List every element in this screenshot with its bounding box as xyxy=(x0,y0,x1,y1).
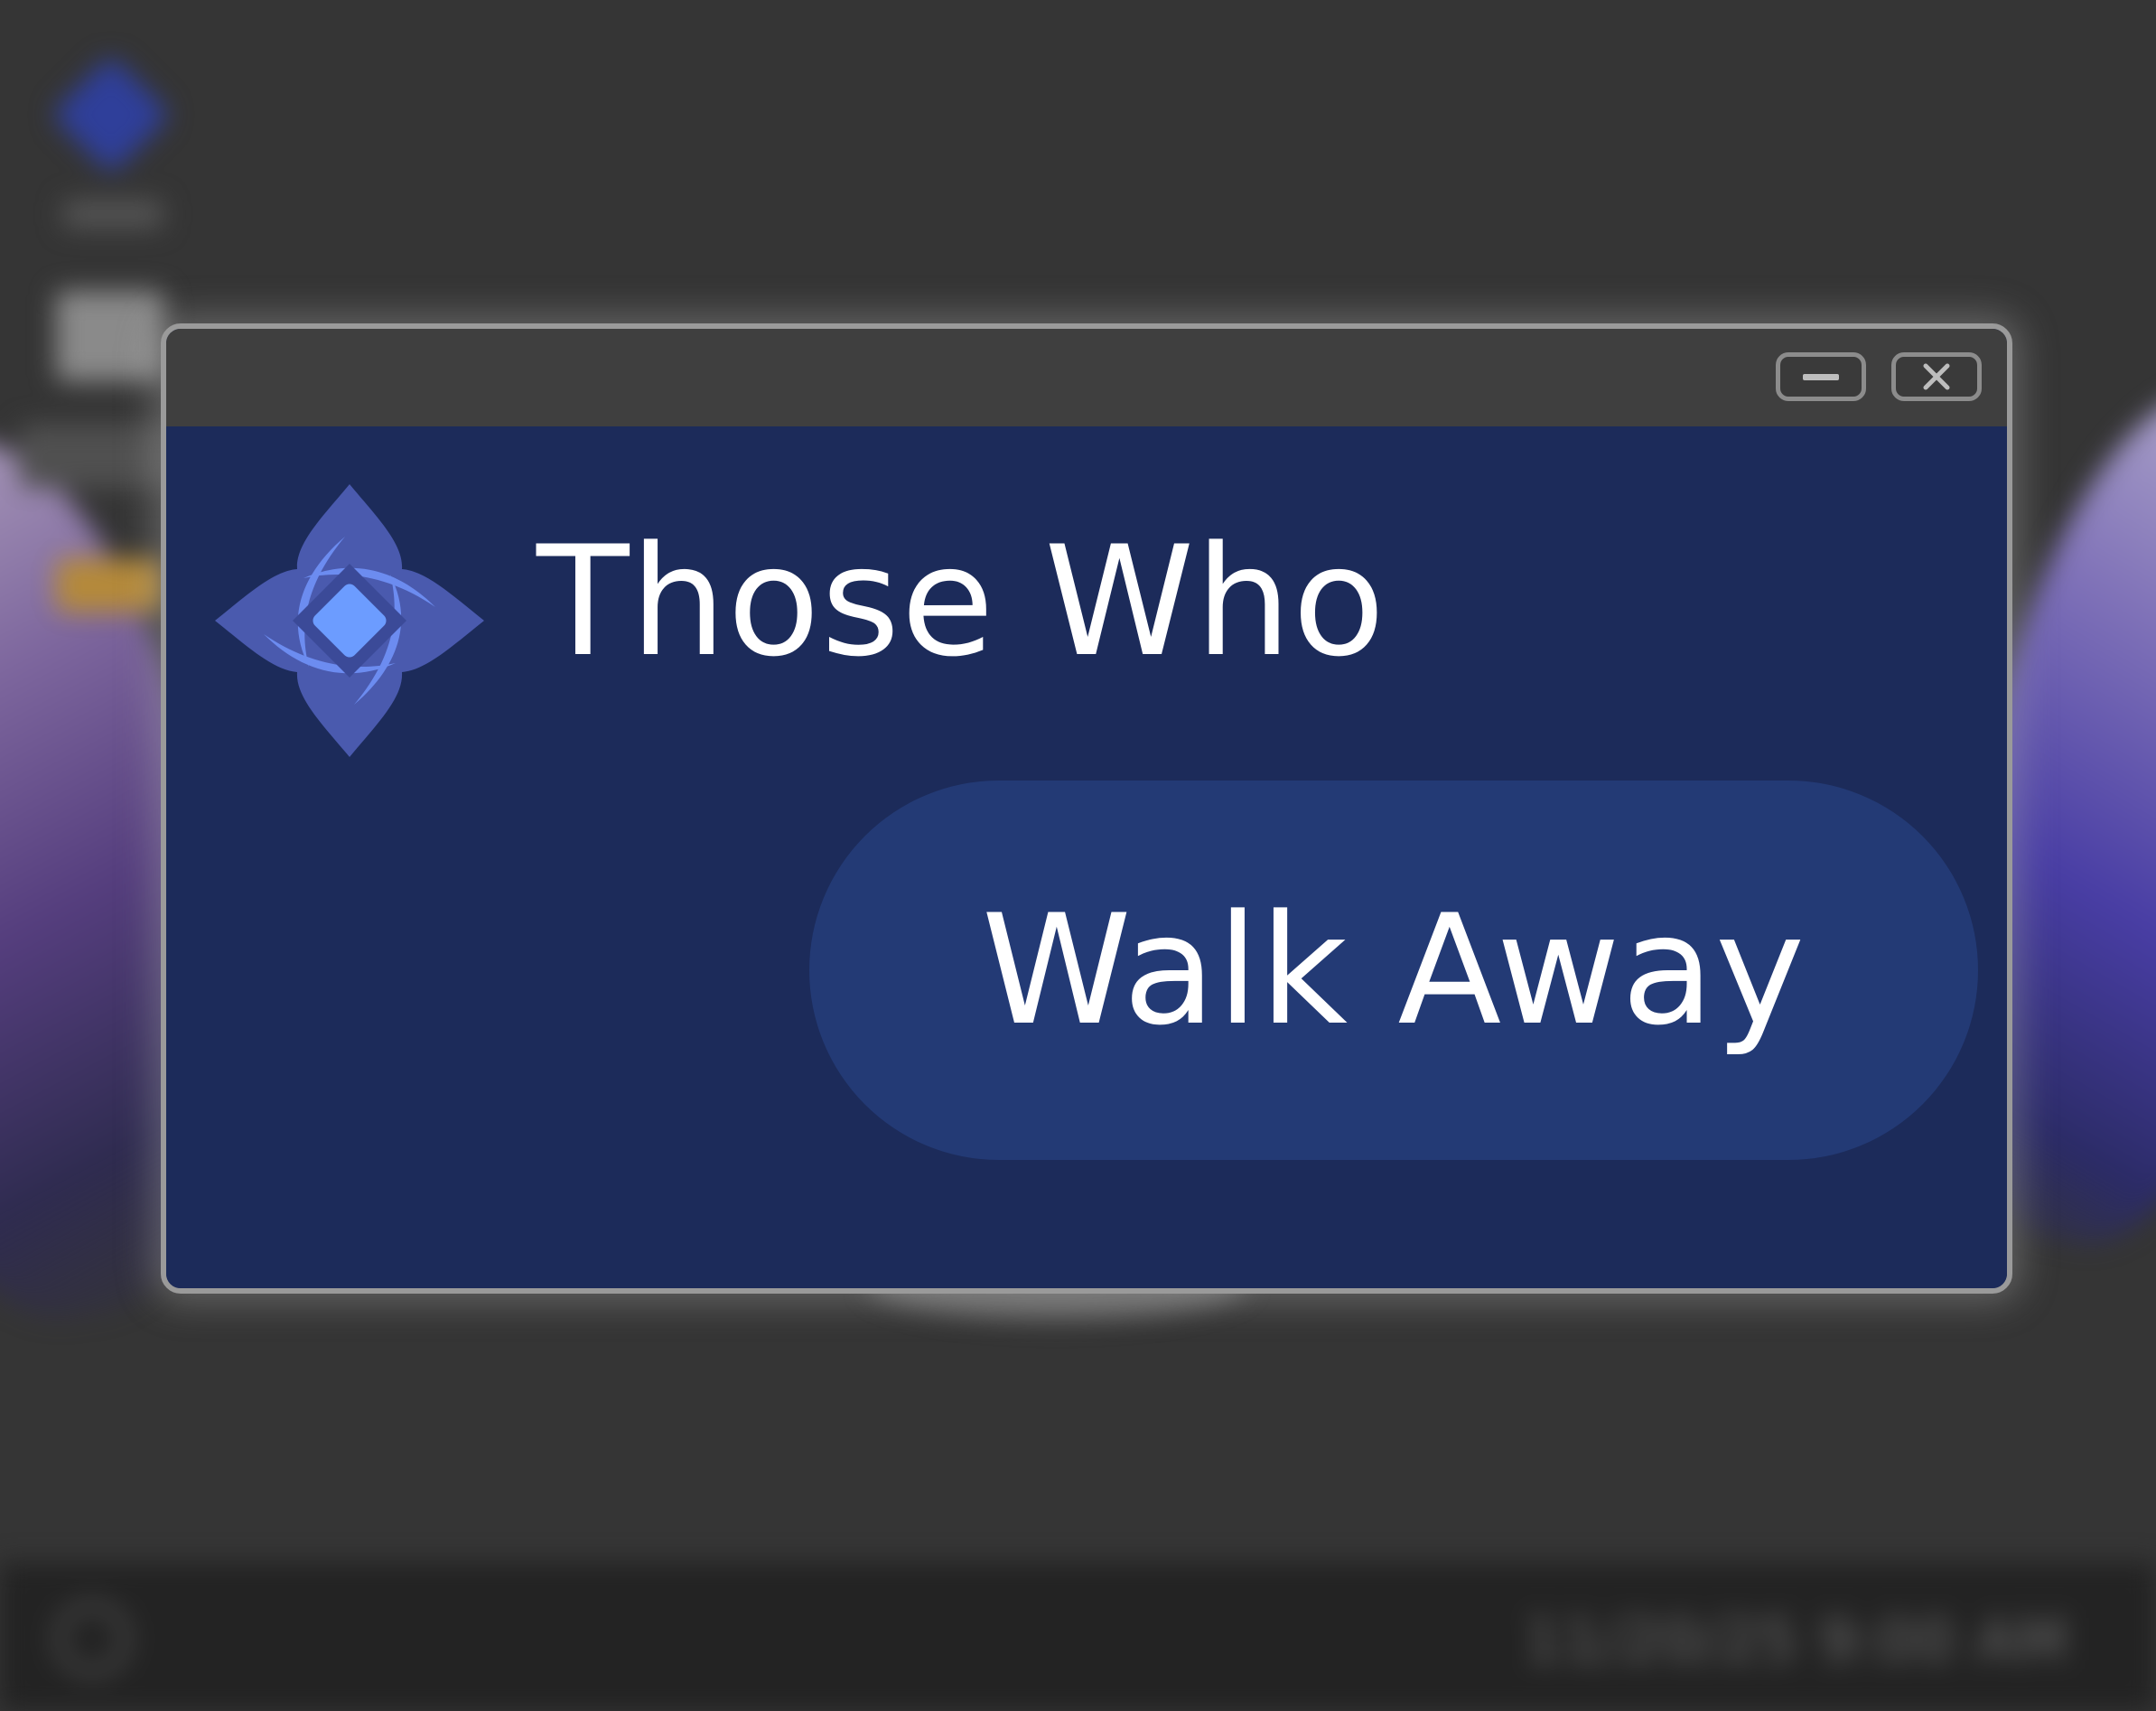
close-button[interactable] xyxy=(1891,352,1982,401)
desktop-app-icon xyxy=(51,54,172,175)
desktop-folder-icon xyxy=(56,291,164,381)
diamond-logo-icon xyxy=(215,484,484,757)
desktop: 11/20/25 9:00 AM Those Who Walk Away xyxy=(0,0,2156,1711)
dialog-heading: Those Who xyxy=(537,513,1386,690)
minimize-button[interactable] xyxy=(1776,352,1866,401)
desktop-file-icon xyxy=(56,558,164,612)
window-titlebar[interactable] xyxy=(166,329,2007,426)
walk-away-button[interactable]: Walk Away xyxy=(809,781,1978,1160)
dialog-window: Those Who Walk Away xyxy=(161,323,2012,1294)
close-x-icon xyxy=(1923,363,1950,390)
desktop-icon-label xyxy=(63,201,163,228)
window-content: Those Who Walk Away xyxy=(166,426,2007,1288)
minus-icon xyxy=(1803,373,1839,380)
taskbar-clock: 11/20/25 9:00 AM xyxy=(1525,1608,2069,1675)
power-icon xyxy=(54,1601,130,1677)
desktop-icon-label xyxy=(20,425,173,488)
